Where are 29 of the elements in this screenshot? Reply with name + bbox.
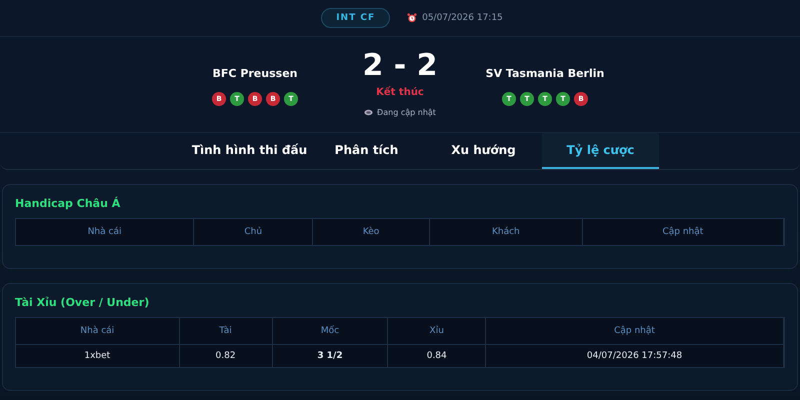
column-header: Tài xyxy=(180,318,272,344)
table-cell: 1xbet xyxy=(16,344,180,367)
table-cell: 04/07/2026 17:57:48 xyxy=(486,344,784,367)
alarm-clock-icon xyxy=(407,13,418,23)
column-header: Nhà cái xyxy=(16,219,194,245)
column-header: Cập nhật xyxy=(582,219,784,245)
column-header: Xỉu xyxy=(388,318,486,344)
table-cell: 0.82 xyxy=(180,344,272,367)
column-header: Nhà cái xyxy=(16,318,180,344)
column-header: Cập nhật xyxy=(486,318,784,344)
column-header: Kèo xyxy=(313,219,430,245)
table-cell: 0.84 xyxy=(388,344,486,367)
tab[interactable]: Phân tích xyxy=(308,133,425,169)
team-name: SV Tasmania Berlin xyxy=(486,67,604,80)
section-title: Tài Xỉu (Over / Under) xyxy=(15,296,150,309)
score: 2 - 2 xyxy=(362,49,438,83)
team-name: BFC Preussen xyxy=(212,67,298,80)
section-title: Handicap Châu Á xyxy=(15,197,122,210)
update-status: Đang cập nhật xyxy=(377,108,436,117)
league-badge: INT CF xyxy=(321,8,390,28)
column-header: Chủ xyxy=(194,219,314,245)
tab[interactable]: Xu hướng xyxy=(425,133,542,169)
match-status: Kết thúc xyxy=(376,87,424,98)
tab[interactable]: Tình hình thi đấu xyxy=(191,133,308,169)
tab[interactable]: Tỷ lệ cược xyxy=(542,133,659,169)
column-header: Mốc xyxy=(272,318,388,344)
table-cell: 3 1/2 xyxy=(272,344,388,367)
match-datetime: 05/07/2026 17:15 xyxy=(422,13,503,23)
column-header: Khách xyxy=(430,219,583,245)
